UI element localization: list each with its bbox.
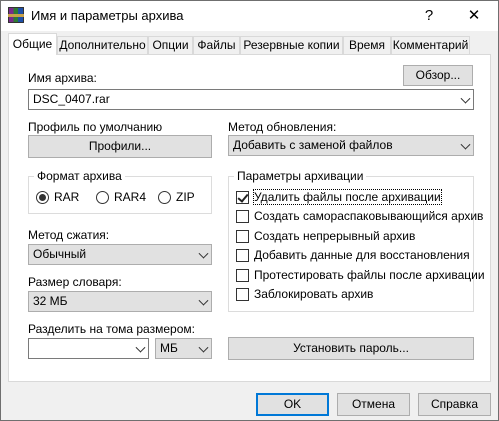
compression-method-label: Метод сжатия: (28, 228, 110, 242)
ok-button[interactable]: OK (256, 393, 329, 416)
close-window-button[interactable]: ✕ (451, 1, 497, 31)
tab-comment[interactable]: Комментарий (391, 36, 470, 55)
tab-files[interactable]: Файлы (193, 36, 240, 55)
tab-backup[interactable]: Резервные копии (240, 36, 343, 55)
window-title: Имя и параметры архива (31, 8, 184, 23)
format-rar4-label: RAR4 (114, 190, 147, 204)
update-method-label: Метод обновления: (228, 120, 337, 134)
browse-button[interactable]: Обзор... (403, 65, 473, 86)
lock-archive-label: Заблокировать архив (254, 287, 374, 301)
test-files-label: Протестировать файлы после архивации (254, 268, 485, 282)
create-sfx-checkbox[interactable] (236, 210, 249, 223)
split-unit-select[interactable]: МБ (155, 338, 212, 359)
format-rar-label: RAR (54, 190, 80, 204)
format-rar4-radio[interactable] (96, 191, 109, 204)
add-recovery-label: Добавить данные для восстановления (254, 248, 470, 262)
tab-options[interactable]: Опции (148, 36, 193, 55)
compression-method-value: Обычный (33, 247, 87, 261)
cancel-button[interactable]: Отмена (337, 393, 410, 416)
split-volumes-label: Разделить на тома размером: (28, 322, 195, 336)
profiles-button[interactable]: Профили... (28, 135, 212, 158)
split-size-combobox[interactable] (28, 338, 149, 359)
chevron-down-icon (198, 342, 209, 353)
help-title-button[interactable]: ? (406, 1, 452, 31)
create-solid-checkbox[interactable] (236, 230, 249, 243)
archive-name-value: DSC_0407.rar (33, 92, 110, 106)
chevron-down-icon (460, 139, 471, 150)
default-profile-label: Профиль по умолчанию (28, 120, 163, 134)
add-recovery-checkbox[interactable] (236, 249, 249, 262)
tab-advanced[interactable]: Дополнительно (57, 36, 148, 55)
dictionary-size-value: 32 МБ (33, 294, 68, 308)
test-files-checkbox[interactable] (236, 269, 249, 282)
update-method-select[interactable]: Добавить с заменой файлов (228, 135, 474, 156)
tab-general[interactable]: Общие (8, 33, 57, 55)
set-password-button[interactable]: Установить пароль... (228, 337, 474, 360)
title-bar[interactable]: Имя и параметры архива ? ✕ (1, 1, 498, 31)
help-button[interactable]: Справка (418, 393, 491, 416)
create-solid-label: Создать непрерывный архив (254, 229, 416, 243)
dictionary-size-label: Размер словаря: (28, 275, 122, 289)
format-rar-radio[interactable] (36, 191, 49, 204)
archive-dialog: Имя и параметры архива ? ✕ Общие Дополни… (0, 0, 499, 421)
delete-after-archiving-checkbox[interactable] (236, 191, 249, 204)
dictionary-size-select[interactable]: 32 МБ (28, 291, 212, 312)
chevron-down-icon (198, 295, 209, 306)
split-unit-value: МБ (160, 341, 178, 355)
archive-name-combobox[interactable]: DSC_0407.rar (28, 89, 474, 110)
format-zip-radio[interactable] (158, 191, 171, 204)
lock-archive-checkbox[interactable] (236, 288, 249, 301)
chevron-down-icon (198, 248, 209, 259)
create-sfx-label: Создать самораспаковывающийся архив (254, 209, 484, 223)
archive-format-title: Формат архива (34, 169, 125, 183)
chevron-down-icon (135, 342, 146, 353)
winrar-app-icon (8, 7, 24, 23)
archive-name-label: Имя архива: (28, 71, 97, 85)
compression-method-select[interactable]: Обычный (28, 244, 212, 265)
archive-options-title: Параметры архивации (234, 169, 367, 183)
update-method-value: Добавить с заменой файлов (233, 138, 393, 152)
tab-time[interactable]: Время (343, 36, 391, 55)
chevron-down-icon (460, 93, 471, 104)
format-zip-label: ZIP (176, 190, 195, 204)
delete-after-archiving-label: Удалить файлы после архивации (253, 189, 442, 205)
